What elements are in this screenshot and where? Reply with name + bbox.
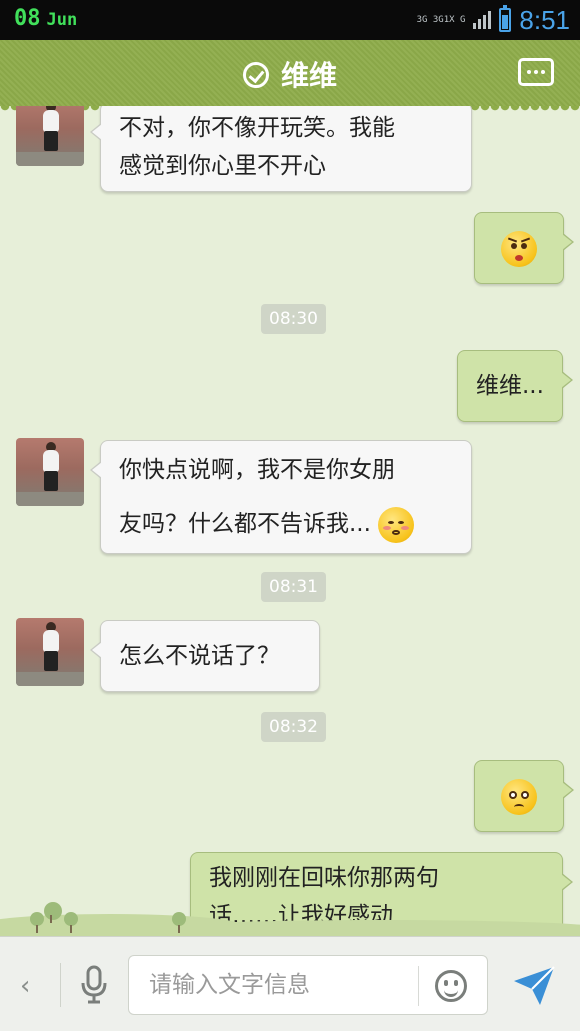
chat-title: 维维 (280, 59, 337, 92)
message-line: 你快点说啊，我不是你女朋 (119, 457, 395, 483)
status-icons: 3G 3G1X G 8:51 (417, 4, 570, 36)
message-line: 我刚刚在回味你那两句 (209, 865, 439, 891)
back-button[interactable]: ‹ (20, 971, 30, 1001)
chat-header: 维维 (0, 40, 580, 112)
check-circle-icon (242, 62, 269, 88)
more-icon-dot (534, 70, 538, 74)
message-bubble-outgoing[interactable]: 我刚刚在回味你那两句 话……让我好感动 (190, 852, 573, 936)
chat-area[interactable]: 不对，你不像开玩笑。我能 感觉到你心里不开心 08:30 维维... 你快点说啊… (0, 106, 580, 936)
status-date-day: 08 (14, 6, 41, 31)
contact-avatar[interactable] (16, 618, 84, 686)
message-bubble-incoming[interactable]: 你快点说啊，我不是你女朋 友吗？什么都不告诉我... (90, 440, 472, 554)
chat-title-wrap: 维维 (0, 54, 580, 94)
microphone-icon[interactable] (80, 965, 108, 1005)
message-bubble-outgoing[interactable]: 维维... (457, 350, 573, 422)
message-bubble-incoming[interactable]: 怎么不说话了？ (90, 620, 320, 692)
message-line: 不对，你不像开玩笑。我能 (119, 115, 395, 141)
message-line: 话……让我好感动 (209, 903, 393, 929)
contact-avatar[interactable] (16, 106, 84, 166)
message-bubble-outgoing[interactable] (474, 212, 574, 284)
timestamp: 08:32 (261, 712, 326, 742)
status-date: 08 Jun (14, 6, 77, 31)
network-type-icon: 3G 3G1X G (416, 15, 466, 25)
status-bar: 08 Jun 3G 3G1X G 8:51 (0, 0, 580, 40)
teary-emoji-icon (501, 778, 537, 815)
send-icon[interactable] (510, 961, 558, 1009)
message-input[interactable]: 请输入文字信息 (128, 955, 488, 1015)
divider (60, 963, 61, 1007)
message-line: 感觉到你心里不开心 (119, 153, 326, 179)
divider (418, 966, 419, 1006)
input-bar: ‹ 请输入文字信息 (0, 936, 580, 1031)
battery-icon (499, 5, 512, 32)
timestamp: 08:31 (261, 572, 326, 602)
message-input-placeholder: 请输入文字信息 (149, 972, 310, 998)
message-bubble-outgoing[interactable] (474, 760, 574, 832)
contact-avatar[interactable] (16, 438, 84, 506)
smiley-icon[interactable] (435, 970, 467, 1002)
message-text: 怎么不说话了？ (119, 643, 280, 669)
shy-emoji-icon (378, 506, 415, 543)
more-icon-dot (541, 70, 545, 74)
timestamp: 08:30 (261, 304, 326, 334)
message-line-with-emoji: 友吗？什么都不告诉我... (119, 497, 453, 551)
more-icon-dot (527, 70, 531, 74)
message-bubble-incoming[interactable]: 不对，你不像开玩笑。我能 感觉到你心里不开心 (90, 106, 472, 192)
more-options-button[interactable] (518, 58, 554, 86)
status-date-month: Jun (46, 10, 78, 30)
status-time: 8:51 (519, 4, 570, 35)
signal-icon (473, 11, 492, 29)
message-text: 维维... (476, 373, 544, 399)
message-line: 友吗？什么都不告诉我... (119, 511, 371, 537)
angry-emoji-icon (501, 230, 537, 267)
